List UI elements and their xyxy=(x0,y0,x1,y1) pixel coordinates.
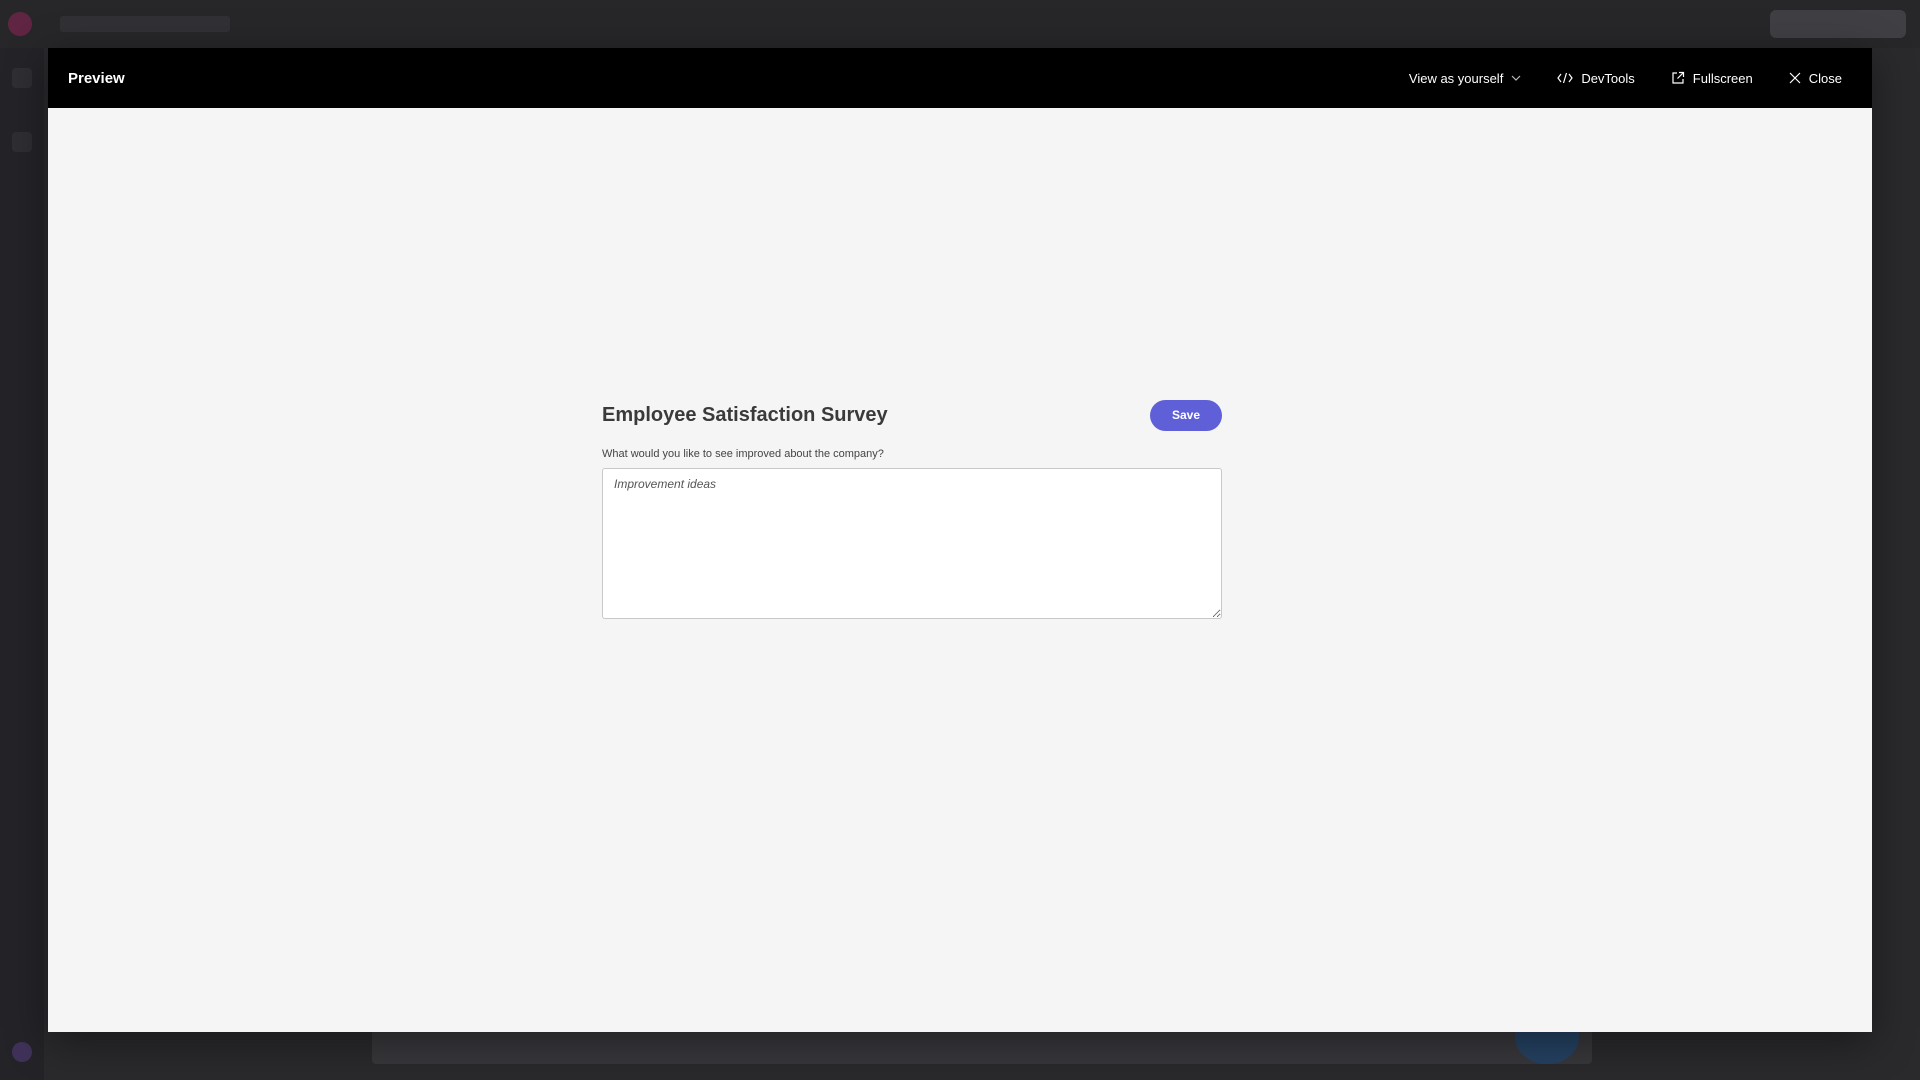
view-as-dropdown[interactable]: View as yourself xyxy=(1391,48,1539,108)
external-link-icon xyxy=(1672,71,1684,84)
code-icon xyxy=(1557,72,1574,84)
form-title: Employee Satisfaction Survey xyxy=(602,403,888,426)
question-label: What would you like to see improved abou… xyxy=(602,448,884,460)
view-as-label: View as yourself xyxy=(1408,70,1504,86)
fullscreen-label: Fullscreen xyxy=(1692,70,1753,86)
chevron-down-icon xyxy=(1511,75,1521,81)
header-actions: View as yourself DevTools Fullscreen Clo… xyxy=(1391,48,1852,108)
close-label: Close xyxy=(1808,70,1842,86)
fullscreen-button[interactable]: Fullscreen xyxy=(1653,48,1771,108)
save-button[interactable]: Save xyxy=(1150,399,1222,431)
preview-title: Preview xyxy=(68,69,125,87)
survey-form: Employee Satisfaction Survey Save What w… xyxy=(602,398,1222,624)
improvement-textarea[interactable] xyxy=(602,468,1222,619)
preview-header: Preview View as yourself DevTools Fullsc… xyxy=(48,48,1872,108)
close-button[interactable]: Close xyxy=(1771,48,1852,108)
devtools-label: DevTools xyxy=(1581,70,1635,86)
form-header: Employee Satisfaction Survey Save xyxy=(602,398,1222,432)
close-icon xyxy=(1789,72,1801,84)
devtools-button[interactable]: DevTools xyxy=(1539,48,1652,108)
